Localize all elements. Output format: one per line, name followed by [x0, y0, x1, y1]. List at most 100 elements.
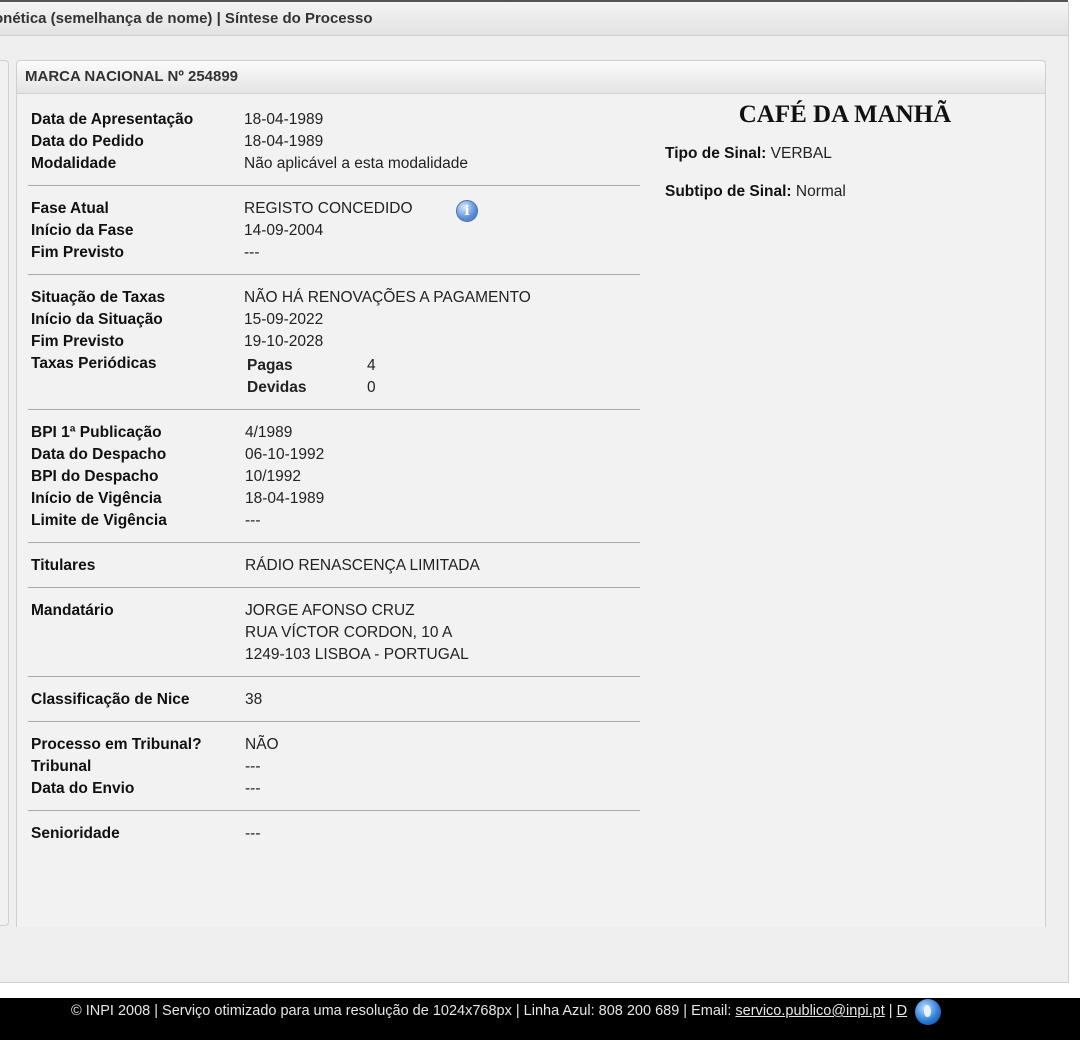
- detail-row: 1249-103 LISBOA - PORTUGAL: [28, 644, 640, 666]
- row-label: Taxas Periódicas: [31, 355, 157, 372]
- footer-tail-link[interactable]: D: [897, 1003, 907, 1019]
- detail-row: Situação de Taxas NÃO HÁ RENOVAÇÕES A PAG…: [28, 287, 640, 309]
- sign-type-label: Tipo de Sinal:: [665, 145, 767, 162]
- detail-row: BPI do Despacho 10/1992: [28, 466, 640, 488]
- row-label: Modalidade: [31, 155, 117, 172]
- group-dates: Data de Apresentação 18-04-1989 Data do P…: [28, 95, 640, 186]
- detail-row: Data do Envio ---: [28, 778, 640, 800]
- row-label: Titulares: [31, 557, 96, 574]
- row-value: JORGE AFONSO CRUZ: [245, 602, 415, 619]
- fees-row: Pagas 4: [247, 355, 376, 377]
- row-value: Não aplicável a esta modalidade: [244, 155, 469, 172]
- row-label: Data do Envio: [31, 780, 135, 797]
- detail-row: Classificação de Nice 38: [28, 689, 640, 711]
- detail-row: Fim Previsto 19-10-2028: [28, 331, 640, 353]
- detail-row: Data de Apresentação 18-04-1989: [28, 109, 640, 131]
- periodic-fees-table: Pagas 4 Devidas 0: [244, 353, 376, 399]
- email-link[interactable]: servico.publico@inpi.pt: [735, 1003, 884, 1019]
- footer-text: © INPI 2008 | Serviço otimizado para uma…: [71, 998, 907, 1024]
- footer-copyright: © INPI 2008 | Serviço otimizado para uma…: [71, 1003, 736, 1019]
- row-label: Tribunal: [31, 758, 92, 775]
- sign-info: CAFÉ DA MANHÃ Tipo de Sinal: VERBAL Subt…: [665, 101, 1045, 203]
- row-value: 15-09-2022: [244, 311, 324, 328]
- group-phase: Fase Atual REGISTO CONCEDIDO Início da Fa…: [28, 186, 640, 275]
- row-label: Data do Despacho: [31, 446, 167, 463]
- footer: © INPI 2008 | Serviço otimizado para uma…: [0, 998, 1080, 1040]
- detail-row: Início de Vigência 18-04-1989: [28, 488, 640, 510]
- detail-row: Senioridade ---: [28, 823, 640, 845]
- row-value: RÁDIO RENASCENÇA LIMITADA: [245, 557, 480, 574]
- row-value: 38: [245, 691, 263, 708]
- row-label: Mandatário: [31, 602, 114, 619]
- info-icon[interactable]: i: [456, 200, 478, 222]
- row-value: REGISTO CONCEDIDO: [244, 200, 413, 217]
- row-value: 19-10-2028: [244, 333, 324, 350]
- row-label: Processo em Tribunal?: [31, 736, 202, 753]
- detail-row: BPI 1ª Publicação 4/1989: [28, 422, 640, 444]
- detail-row: Mandatário JORGE AFONSO CRUZ: [28, 600, 640, 622]
- row-value: 18-04-1989: [244, 133, 324, 150]
- row-label: Senioridade: [31, 825, 120, 842]
- detail-row: Modalidade Não aplicável a esta modalidad…: [28, 153, 640, 175]
- sign-subtype-value: Normal: [795, 183, 846, 200]
- breadcrumb: onética (semelhança de nome) | Síntese d…: [0, 2, 1068, 36]
- sign-type-value: VERBAL: [770, 145, 832, 162]
- left-panel-edge: [0, 60, 9, 926]
- detail-row: Início da Situação 15-09-2022: [28, 309, 640, 331]
- detail-row: Taxas Periódicas Pagas 4 Devidas 0: [28, 353, 640, 399]
- detail-row: Data do Pedido 18-04-1989: [28, 131, 640, 153]
- row-value: 4/1989: [245, 424, 293, 441]
- detail-row: Limite de Vigência ---: [28, 510, 640, 532]
- row-value: ---: [245, 780, 261, 797]
- row-value: 06-10-1992: [245, 446, 325, 463]
- fees-label: Devidas: [247, 379, 307, 396]
- detail-row: Processo em Tribunal? NÃO: [28, 734, 640, 756]
- footer-separator: |: [884, 1003, 897, 1019]
- content-area: onética (semelhança de nome) | Síntese d…: [0, 2, 1069, 983]
- process-panel: MARCA NACIONAL Nº 254899 Data de Apresen…: [16, 60, 1046, 927]
- fees-label: Pagas: [247, 357, 293, 374]
- sign-type: Tipo de Sinal: VERBAL: [665, 143, 1045, 165]
- group-court: Processo em Tribunal? NÃO Tribunal --- Dat…: [28, 722, 640, 811]
- row-label: Fim Previsto: [31, 333, 125, 350]
- row-label: Início da Fase: [31, 222, 134, 239]
- detail-row: Tribunal ---: [28, 756, 640, 778]
- breadcrumb-text: onética (semelhança de nome) | Síntese d…: [0, 10, 373, 27]
- row-label: [28, 644, 245, 666]
- process-details: Data de Apresentação 18-04-1989 Data do P…: [28, 95, 640, 855]
- panel-title: MARCA NACIONAL Nº 254899: [17, 61, 1045, 94]
- row-label: BPI do Despacho: [31, 468, 159, 485]
- detail-row: Fim Previsto ---: [28, 242, 640, 264]
- row-value: RUA VÍCTOR CORDON, 10 A: [245, 624, 453, 641]
- globe-icon[interactable]: [915, 999, 941, 1025]
- row-value: ---: [244, 244, 260, 261]
- row-value: ---: [245, 825, 261, 842]
- sign-subtype: Subtipo de Sinal: Normal: [665, 181, 1045, 203]
- detail-row: Início da Fase 14-09-2004: [28, 220, 640, 242]
- group-representative: Mandatário JORGE AFONSO CRUZ RUA VÍCTOR C…: [28, 588, 640, 677]
- row-label: Fase Atual: [31, 200, 109, 217]
- group-seniority: Senioridade ---: [28, 811, 640, 855]
- row-value: 1249-103 LISBOA - PORTUGAL: [245, 646, 469, 663]
- row-label: Início de Vigência: [31, 490, 162, 507]
- detail-row: Data do Despacho 06-10-1992: [28, 444, 640, 466]
- row-value: ---: [245, 512, 261, 529]
- row-label: Data do Pedido: [31, 133, 144, 150]
- group-nice: Classificação de Nice 38: [28, 677, 640, 722]
- group-fees: Situação de Taxas NÃO HÁ RENOVAÇÕES A PAG…: [28, 275, 640, 410]
- row-value: 14-09-2004: [244, 222, 324, 239]
- fees-value: 4: [367, 357, 376, 374]
- row-value: 18-04-1989: [244, 111, 324, 128]
- row-value: ---: [245, 758, 261, 775]
- row-label: [28, 622, 245, 644]
- row-label: BPI 1ª Publicação: [31, 424, 162, 441]
- fees-value: 0: [367, 379, 376, 396]
- row-value: NÃO HÁ RENOVAÇÕES A PAGAMENTO: [244, 289, 531, 306]
- row-value: 18-04-1989: [245, 490, 325, 507]
- detail-row: RUA VÍCTOR CORDON, 10 A: [28, 622, 640, 644]
- row-value: NÃO: [245, 736, 279, 753]
- row-label: Fim Previsto: [31, 244, 125, 261]
- detail-row: Titulares RÁDIO RENASCENÇA LIMITADA: [28, 555, 640, 577]
- row-label: Situação de Taxas: [31, 289, 166, 306]
- group-holders: Titulares RÁDIO RENASCENÇA LIMITADA: [28, 543, 640, 588]
